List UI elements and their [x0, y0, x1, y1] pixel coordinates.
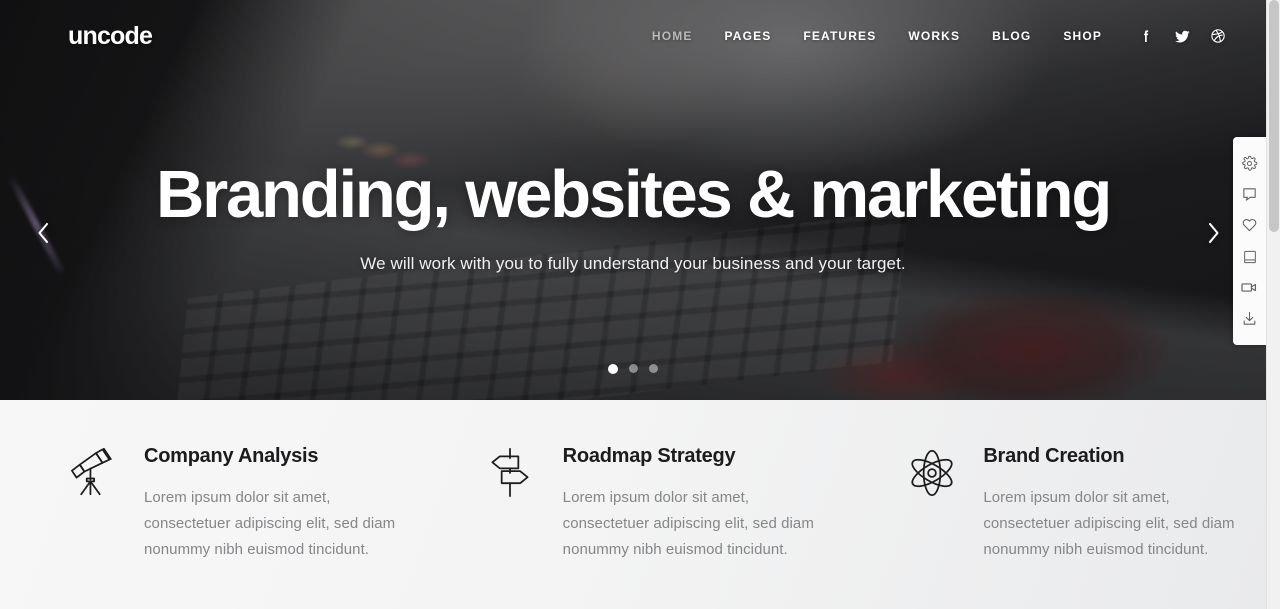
- feature-description: Lorem ipsum dolor sit amet, consectetuer…: [983, 489, 1235, 558]
- feature-description: Lorem ipsum dolor sit amet, consectetuer…: [144, 489, 396, 558]
- dribbble-icon[interactable]: [1200, 21, 1236, 51]
- heart-icon[interactable]: [1233, 210, 1266, 241]
- feature-card-roadmap-strategy: Roadmap Strategy Lorem ipsum dolor sit a…: [427, 446, 846, 609]
- gear-icon[interactable]: [1233, 148, 1266, 179]
- feature-body: Company Analysis Lorem ipsum dolor sit a…: [144, 446, 427, 609]
- telescope-icon: [68, 446, 144, 609]
- slider-dot-1[interactable]: [608, 364, 618, 374]
- hero-subtitle: We will work with you to fully understan…: [360, 254, 906, 274]
- book-icon[interactable]: [1233, 241, 1266, 272]
- nav-item-features[interactable]: FEATURES: [787, 29, 892, 43]
- video-camera-icon[interactable]: [1233, 272, 1266, 303]
- feature-card-brand-creation: Brand Creation Lorem ipsum dolor sit ame…: [845, 446, 1266, 609]
- site-header: uncode HOME PAGES FEATURES WORKS BLOG SH…: [0, 0, 1266, 72]
- feature-title: Brand Creation: [983, 445, 1125, 467]
- feature-body: Roadmap Strategy Lorem ipsum dolor sit a…: [563, 446, 846, 609]
- slider-next-button[interactable]: [1196, 216, 1230, 250]
- feature-body: Brand Creation Lorem ipsum dolor sit ame…: [983, 446, 1266, 609]
- page-scrollbar[interactable]: [1266, 0, 1280, 609]
- slider-dot-3[interactable]: [649, 364, 658, 373]
- nav-item-shop[interactable]: SHOP: [1047, 29, 1118, 43]
- hero-content: Branding, websites & marketing We will w…: [0, 157, 1266, 274]
- feature-description: Lorem ipsum dolor sit amet, consectetuer…: [562, 489, 814, 558]
- signpost-icon: [487, 446, 563, 609]
- nav-item-blog[interactable]: BLOG: [976, 29, 1047, 43]
- slider-dot-2[interactable]: [629, 364, 638, 373]
- nav-item-works[interactable]: WORKS: [892, 29, 976, 43]
- nav-item-home[interactable]: HOME: [636, 29, 709, 43]
- site-logo[interactable]: uncode: [68, 23, 153, 49]
- hero-title: Branding, websites & marketing: [155, 157, 1112, 232]
- feature-title: Company Analysis: [144, 445, 319, 467]
- nav-item-pages[interactable]: PAGES: [709, 29, 788, 43]
- feature-title: Roadmap Strategy: [562, 445, 736, 467]
- floating-action-panel: [1233, 137, 1266, 345]
- facebook-icon[interactable]: [1128, 21, 1164, 51]
- feature-card-company-analysis: Company Analysis Lorem ipsum dolor sit a…: [0, 446, 427, 609]
- twitter-icon[interactable]: [1164, 21, 1200, 51]
- atom-icon: [907, 446, 983, 609]
- main-navigation: HOME PAGES FEATURES WORKS BLOG SHOP: [636, 21, 1236, 51]
- scrollbar-thumb[interactable]: [1269, 0, 1279, 232]
- hero-slider: uncode HOME PAGES FEATURES WORKS BLOG SH…: [0, 0, 1266, 400]
- social-links: [1128, 21, 1236, 51]
- speech-bubble-icon[interactable]: [1233, 179, 1266, 210]
- download-icon[interactable]: [1233, 303, 1266, 334]
- features-section: Company Analysis Lorem ipsum dolor sit a…: [0, 400, 1266, 609]
- slider-pagination: [0, 364, 1266, 374]
- slider-prev-button[interactable]: [26, 216, 60, 250]
